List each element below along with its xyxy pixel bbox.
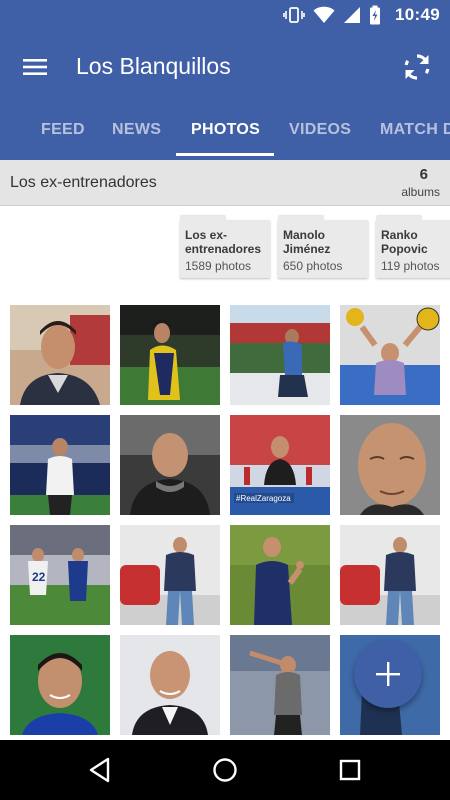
photo-thumbnail[interactable] [10,415,110,515]
refresh-icon [404,54,430,80]
wifi-icon [313,6,335,24]
album-title: Los ex-entrenadores [10,174,157,191]
album-section-header: Los ex-entrenadores 6 albums [0,160,450,206]
plus-icon [376,662,400,686]
app-title: Los Blanquillos [76,53,231,79]
home-circle-icon [213,758,237,782]
tab-videos[interactable]: VIDEOS [289,104,351,160]
album-count: 6 albums [394,166,440,199]
photo-thumbnail[interactable] [10,305,110,405]
photo-thumbnail[interactable] [340,415,440,515]
album-name: Los ex-entrenadores [185,228,262,256]
album-card-manolo-jimenez[interactable]: Manolo Jiménez 650 photos [278,216,368,278]
album-card-ranko-popovic[interactable]: Ranko Popovic 119 photos [376,216,450,278]
svg-text:#RealZaragoza: #RealZaragoza [236,494,291,503]
nav-home-button[interactable] [209,754,241,786]
battery-icon [369,5,381,25]
tab-photos[interactable]: PHOTOS [191,104,260,160]
photo-thumbnail[interactable] [120,415,220,515]
photo-thumbnail[interactable] [340,525,440,625]
photo-thumbnail[interactable] [120,635,220,735]
album-count-number: 6 [419,166,428,183]
tab-indicator [176,153,274,156]
photo-thumbnail[interactable]: #RealZaragoza [230,415,330,515]
photo-thumbnail[interactable] [120,525,220,625]
menu-button[interactable] [14,48,56,86]
tab-bar: FEED NEWS PHOTOS VIDEOS MATCH D [0,104,450,160]
photo-thumbnail[interactable] [230,635,330,735]
refresh-button[interactable] [396,46,438,88]
back-triangle-icon [89,757,110,783]
add-button[interactable] [354,640,422,708]
photo-thumbnail[interactable] [120,305,220,405]
recents-square-icon [339,759,361,781]
photo-thumbnail[interactable] [340,305,440,405]
album-photo-count: 119 photos [381,259,440,273]
hamburger-icon [23,59,47,75]
tab-feed[interactable]: FEED [41,104,85,160]
album-photo-count: 1589 photos [185,259,252,273]
app-screen: 10:49 Los Blanquillos FEED NEWS PHOTOS V… [0,0,450,800]
album-name: Manolo Jiménez [283,228,331,256]
cell-signal-icon [343,6,361,24]
photo-thumbnail[interactable] [230,525,330,625]
photo-thumbnail[interactable] [10,635,110,735]
system-nav-bar [0,740,450,800]
vibrate-icon [283,6,305,24]
svg-text:22: 22 [32,570,46,584]
tab-news[interactable]: NEWS [112,104,161,160]
album-photo-count: 650 photos [283,259,343,273]
photo-thumbnail[interactable] [230,305,330,405]
album-name: Ranko Popovic [381,228,428,256]
album-count-label: albums [401,185,440,199]
nav-recents-button[interactable] [334,754,366,786]
status-bar: 10:49 [0,0,450,30]
photo-thumbnail[interactable]: 22 [10,525,110,625]
tab-match-day[interactable]: MATCH D [380,104,450,160]
nav-back-button[interactable] [84,754,116,786]
app-bar: Los Blanquillos [0,30,450,104]
clock: 10:49 [395,5,440,24]
album-card-ex-entrenadores[interactable]: Los ex-entrenadores 1589 photos [180,216,270,278]
